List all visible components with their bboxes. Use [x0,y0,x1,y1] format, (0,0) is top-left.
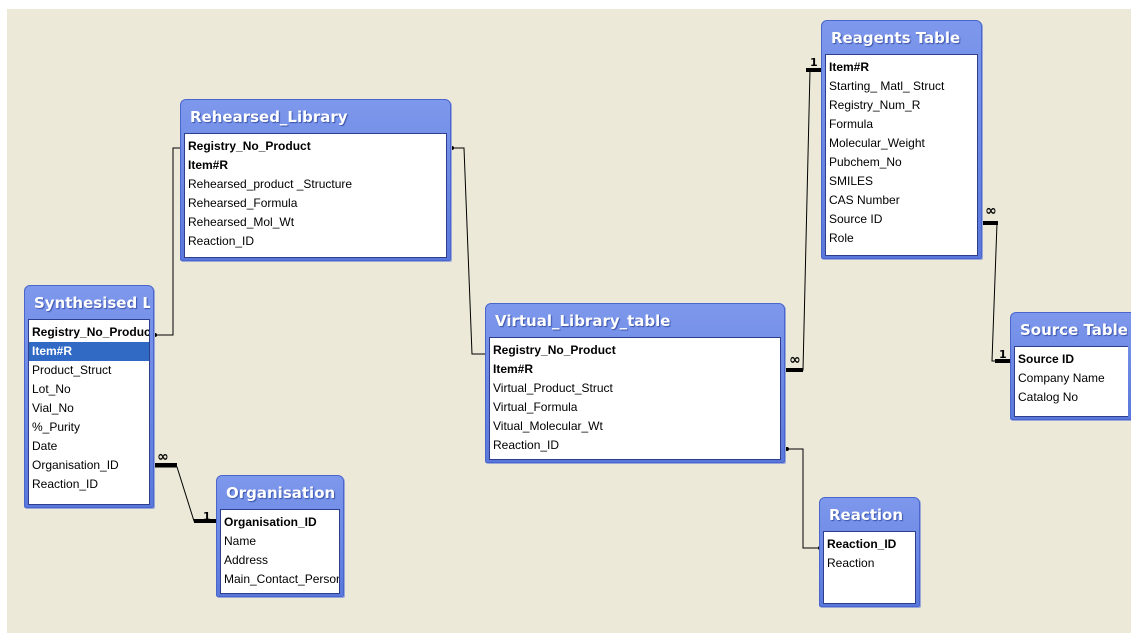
table-title[interactable]: Source Table [1014,313,1128,346]
field-item[interactable]: Product_Struct [29,361,149,380]
table-title[interactable]: Rehearsed_Library [184,100,447,133]
field-list[interactable]: Source ID Company Name Catalog No [1014,346,1128,417]
field-item[interactable]: Date [29,437,149,456]
table-title[interactable]: Virtual_Library_table [489,304,781,337]
field-item[interactable]: SMILES [826,172,977,191]
field-item[interactable]: Virtual_Product_Struct [490,379,780,398]
field-item[interactable]: CAS Number [826,191,977,210]
field-item[interactable]: Registry_No_Product [185,137,446,156]
field-item[interactable]: Registry_No_Product [29,323,149,342]
field-item[interactable]: Catalog No [1015,388,1128,407]
field-item[interactable]: Registry_No_Product [490,341,780,360]
field-item[interactable]: Vitual_Molecular_Wt [490,417,780,436]
field-item[interactable]: Role [826,229,977,248]
field-item[interactable]: Virtual_Formula [490,398,780,417]
table-title[interactable]: Organisation T… [220,476,340,509]
table-synthesised-library[interactable]: Synthesised Li… Registry_No_Product Item… [24,285,154,508]
field-item[interactable]: Reaction_ID [29,475,149,494]
field-list[interactable]: Registry_No_Product Item#R Product_Struc… [28,319,150,505]
field-item[interactable]: %_Purity [29,418,149,437]
table-virtual-library[interactable]: Virtual_Library_table Registry_No_Produc… [485,303,785,463]
field-item[interactable]: Organisation_ID [29,456,149,475]
field-list[interactable]: Registry_No_Product Item#R Rehearsed_pro… [184,133,447,258]
field-item[interactable]: Company Name [1015,369,1128,388]
field-item[interactable]: Lot_No [29,380,149,399]
field-item[interactable]: Starting_ Matl_ Struct [826,77,977,96]
cardinality-many-label: ∞ [789,352,801,368]
field-item[interactable]: Registry_Num_R [826,96,977,115]
field-list[interactable]: Item#R Starting_ Matl_ Struct Registry_N… [825,54,978,256]
table-reagents[interactable]: Reagents Table Item#R Starting_ Matl_ St… [821,20,982,259]
field-item[interactable]: Address [221,551,339,570]
field-item[interactable]: Source ID [826,210,977,229]
field-item[interactable]: Organisation_ID [221,513,339,532]
field-item[interactable]: Reaction_ID [824,535,915,554]
table-title[interactable]: Reagents Table [825,21,978,54]
field-item[interactable]: Source ID [1015,350,1128,369]
cardinality-many-label: ∞ [157,449,169,465]
field-item[interactable]: Main_Contact_Person [221,570,339,589]
field-item[interactable]: Reaction_ID [185,232,446,251]
table-rehearsed-library[interactable]: Rehearsed_Library Registry_No_Product It… [180,99,451,261]
field-item[interactable]: Formula [826,115,977,134]
field-item[interactable]: Rehearsed_product _Structure [185,175,446,194]
field-item[interactable]: Reaction [824,554,915,573]
table-organisation[interactable]: Organisation T… Organisation_ID Name Add… [216,475,344,597]
table-reaction[interactable]: Reaction Reaction_ID Reaction [819,497,920,607]
table-title[interactable]: Synthesised Li… [28,286,150,319]
table-source[interactable]: Source Table Source ID Company Name Cata… [1010,312,1131,420]
field-item[interactable]: Rehearsed_Formula [185,194,446,213]
field-item[interactable]: Name [221,532,339,551]
relationships-window: ∞ 1 ∞ 1 ∞ 1 Rehearsed_Library Registry_N… [0,0,1131,643]
field-list[interactable]: Reaction_ID Reaction [823,531,916,604]
field-item[interactable]: Reaction_ID [490,436,780,455]
field-item-selected[interactable]: Item#R [29,342,149,361]
field-list[interactable]: Organisation_ID Name Address Main_Contac… [220,509,340,594]
cardinality-many-label: ∞ [985,203,997,219]
table-title[interactable]: Reaction [823,498,916,531]
field-item[interactable]: Item#R [490,360,780,379]
cardinality-one-label: 1 [999,348,1007,361]
field-item[interactable]: Item#R [185,156,446,175]
cardinality-one-label: 1 [810,56,818,69]
field-item[interactable]: Molecular_Weight [826,134,977,153]
field-list[interactable]: Registry_No_Product Item#R Virtual_Produ… [489,337,781,460]
field-item[interactable]: Rehearsed_Mol_Wt [185,213,446,232]
field-item[interactable]: Vial_No [29,399,149,418]
field-item[interactable]: Item#R [826,58,977,77]
field-item[interactable]: Pubchem_No [826,153,977,172]
cardinality-one-label: 1 [203,510,211,523]
